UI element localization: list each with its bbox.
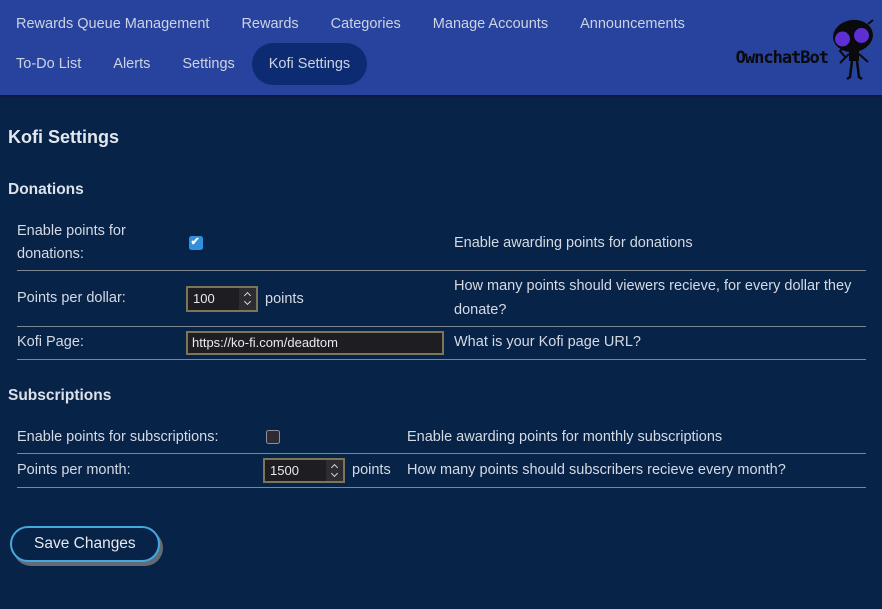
nav-item-categories[interactable]: Categories (331, 16, 401, 32)
kofi-page-description: What is your Kofi page URL? (454, 331, 866, 354)
kofi-settings-page: Kofi Settings Donations Enable points fo… (0, 127, 882, 562)
stepper-down-icon[interactable] (244, 298, 251, 305)
points-per-dollar-label: Points per dollar: (17, 287, 186, 310)
enable-subscriptions-label: Enable points for subscriptions: (17, 426, 263, 449)
enable-subscriptions-row: Enable points for subscriptions: Enable … (17, 422, 866, 454)
nav-item-rewards[interactable]: Rewards (241, 16, 298, 32)
nav-item-announcements[interactable]: Announcements (580, 16, 685, 32)
enable-subscriptions-description: Enable awarding points for monthly subsc… (407, 426, 866, 449)
kofi-page-label: Kofi Page: (17, 331, 186, 354)
nav-item-settings[interactable]: Settings (182, 56, 234, 72)
robot-mascot-icon (828, 18, 878, 82)
points-per-dollar-input-wrap (186, 286, 258, 312)
subscriptions-settings-table: Enable points for subscriptions: Enable … (17, 422, 866, 488)
enable-subscriptions-checkbox[interactable] (266, 430, 280, 444)
points-per-dollar-description: How many points should viewers recieve, … (454, 275, 866, 321)
number-stepper[interactable] (239, 288, 256, 310)
kofi-page-url-input[interactable] (186, 331, 444, 355)
nav-item-rewards-queue-management[interactable]: Rewards Queue Management (16, 16, 209, 32)
nav-item-kofi-settings-active[interactable]: Kofi Settings (252, 43, 367, 85)
number-stepper[interactable] (326, 460, 343, 481)
points-per-dollar-input[interactable] (188, 288, 239, 310)
points-per-dollar-row: Points per dollar: points How many point… (17, 271, 866, 326)
donations-section-heading: Donations (8, 181, 874, 199)
nav-item-todo-list[interactable]: To-Do List (16, 56, 81, 72)
subscriptions-section-heading: Subscriptions (8, 387, 874, 405)
points-per-month-input[interactable] (265, 460, 326, 481)
checkmark-icon: ✔ (191, 235, 200, 248)
points-per-month-row: Points per month: points How many points… (17, 454, 866, 488)
ownchatbot-logo: OwnchatBot (736, 18, 878, 82)
kofi-page-row: Kofi Page: What is your Kofi page URL? (17, 327, 866, 360)
points-per-month-input-wrap (263, 458, 345, 483)
enable-donations-description: Enable awarding points for donations (454, 232, 866, 255)
nav-item-alerts[interactable]: Alerts (113, 56, 150, 72)
points-suffix-label: points (352, 462, 391, 478)
points-suffix-label: points (265, 291, 304, 307)
enable-donations-checkbox[interactable]: ✔ (189, 236, 203, 250)
nav-item-manage-accounts[interactable]: Manage Accounts (433, 16, 548, 32)
enable-donations-row: Enable points for donations: ✔ Enable aw… (17, 216, 866, 271)
points-per-month-description: How many points should subscribers recie… (407, 459, 866, 482)
save-changes-button[interactable]: Save Changes (10, 526, 160, 562)
logo-text: OwnchatBot (736, 48, 828, 68)
points-per-month-label: Points per month: (17, 459, 263, 482)
enable-donations-label: Enable points for donations: (17, 220, 186, 266)
stepper-down-icon[interactable] (331, 470, 338, 477)
page-title: Kofi Settings (8, 127, 874, 148)
donations-settings-table: Enable points for donations: ✔ Enable aw… (17, 216, 866, 360)
top-navbar: Rewards Queue Management Rewards Categor… (0, 0, 882, 97)
